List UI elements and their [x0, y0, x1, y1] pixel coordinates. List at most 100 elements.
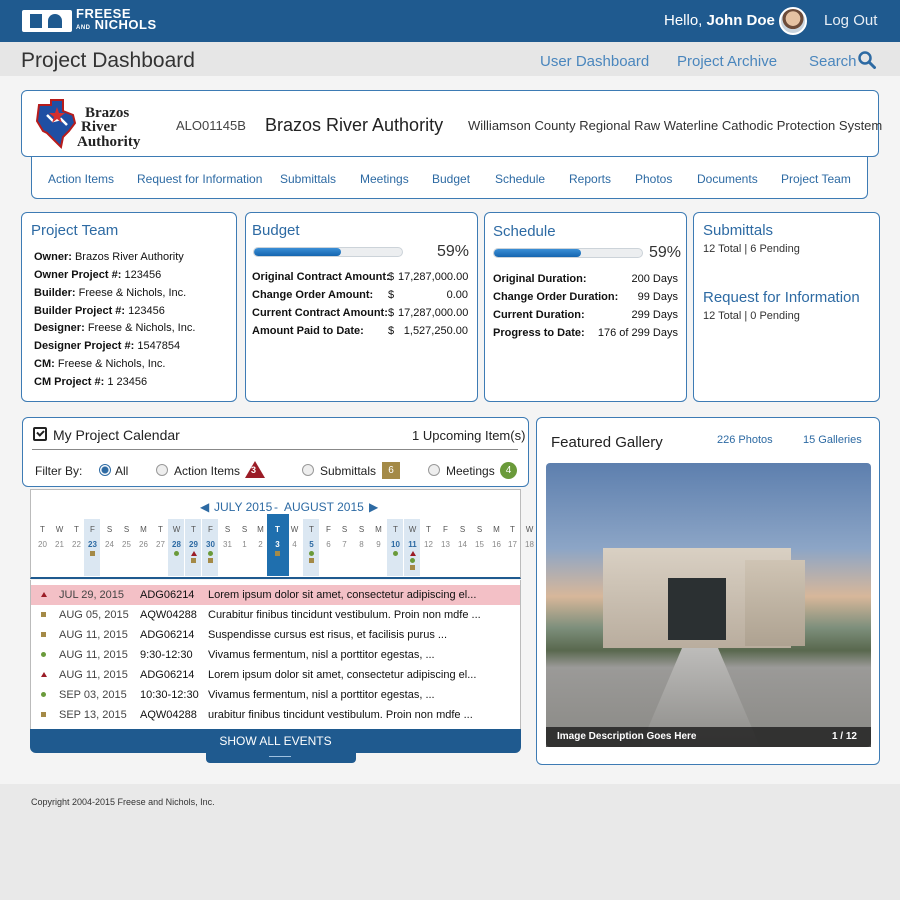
calendar-date[interactable]: 5: [303, 540, 320, 549]
search-link[interactable]: Search: [809, 53, 857, 70]
logout-link[interactable]: Log Out: [824, 12, 877, 29]
filter-all-label[interactable]: All: [115, 464, 128, 478]
search-icon[interactable]: [858, 51, 876, 69]
calendar-date[interactable]: 4: [286, 540, 303, 549]
filter-action-items-radio[interactable]: [156, 464, 168, 476]
event-row[interactable]: AUG 11, 2015 ADG06214 Suspendisse cursus e…: [31, 625, 520, 645]
tab-reports[interactable]: Reports: [569, 172, 611, 186]
calendar-date[interactable]: 23: [84, 540, 101, 549]
calendar-date[interactable]: 20: [34, 540, 51, 549]
submittals-title[interactable]: Submittals: [703, 222, 773, 239]
schedule-row-value: 99 Days: [637, 291, 678, 303]
calendar-weekday: F: [443, 525, 448, 534]
calendar-date[interactable]: 24: [101, 540, 118, 549]
budget-title[interactable]: Budget: [252, 222, 300, 239]
filter-submittals-radio[interactable]: [302, 464, 314, 476]
event-row[interactable]: AUG 05, 2015 AQW04288 Curabitur finibus ti…: [31, 605, 520, 625]
calendar-date[interactable]: 22: [68, 540, 85, 549]
calendar-date[interactable]: 6: [320, 540, 337, 549]
calendar-date[interactable]: 28: [168, 540, 185, 549]
calendar-date[interactable]: 31: [219, 540, 236, 549]
team-row-label: Designer:: [34, 322, 85, 334]
month-separator: -: [274, 500, 278, 514]
event-date: AUG 11, 2015: [59, 629, 128, 641]
team-row-value: 1547854: [137, 340, 181, 352]
event-row[interactable]: AUG 11, 2015 9:30-12:30 Vivamus fermentum,…: [31, 645, 520, 665]
budget-row-label: Original Contract Amount:: [252, 271, 390, 283]
calendar-date[interactable]: 21: [51, 540, 68, 549]
calendar-date[interactable]: 7: [336, 540, 353, 549]
event-code: ADG06214: [140, 669, 195, 681]
tab-schedule[interactable]: Schedule: [495, 172, 545, 186]
calendar-weekday: F: [208, 525, 213, 534]
meeting-marker-icon: [393, 551, 398, 556]
budget-row-currency: $: [388, 271, 395, 283]
calendar-weekday: S: [123, 525, 130, 534]
next-month-icon[interactable]: ▶: [369, 500, 378, 514]
calendar-date[interactable]: 14: [454, 540, 471, 549]
calendar-date[interactable]: 13: [437, 540, 454, 549]
calendar-date[interactable]: 3: [269, 540, 286, 549]
team-row-label: Designer Project #:: [34, 340, 135, 352]
filter-meetings-radio[interactable]: [428, 464, 440, 476]
calendar-date[interactable]: 11: [404, 540, 421, 549]
avatar[interactable]: [779, 7, 807, 35]
photos-link[interactable]: 226 Photos: [717, 434, 773, 446]
calendar-date[interactable]: 8: [353, 540, 370, 549]
filter-submittals-label[interactable]: Submittals: [320, 464, 376, 478]
galleries-link[interactable]: 15 Galleries: [803, 434, 862, 446]
filter-meetings-label[interactable]: Meetings: [446, 464, 495, 478]
upcoming-count: 1 Upcoming Item(s): [412, 428, 526, 443]
tab-budget[interactable]: Budget: [432, 172, 470, 186]
budget-row-label: Amount Paid to Date:: [252, 325, 364, 337]
event-row[interactable]: JUL 29, 2015 ADG06214 Lorem ipsum dolor si…: [31, 585, 520, 605]
tab-request-for-information[interactable]: Request for Information: [137, 172, 262, 186]
team-row-value: Freese & Nichols, Inc.: [78, 287, 187, 299]
project-archive-link[interactable]: Project Archive: [677, 53, 777, 70]
user-dashboard-link[interactable]: User Dashboard: [540, 53, 649, 70]
calendar-date[interactable]: 15: [471, 540, 488, 549]
calendar-date[interactable]: 25: [118, 540, 135, 549]
event-code: 10:30-12:30: [140, 689, 199, 701]
filter-action-items-label[interactable]: Action Items: [174, 464, 240, 478]
prev-month-icon[interactable]: ◀: [200, 500, 209, 514]
tab-project-team[interactable]: Project Team: [781, 172, 851, 186]
logo-text-and: AND: [76, 25, 91, 31]
filter-all-radio[interactable]: [99, 464, 111, 476]
calendar-date[interactable]: 9: [370, 540, 387, 549]
event-row[interactable]: AUG 11, 2015 ADG06214 Lorem ipsum dolor si…: [31, 665, 520, 685]
calendar-date[interactable]: 27: [152, 540, 169, 549]
meeting-marker-icon: [208, 551, 213, 556]
photo-counter: 1 / 12: [831, 731, 857, 742]
event-text: Curabitur finibus tincidunt vestibulum. …: [208, 609, 481, 621]
calendar-date[interactable]: 16: [488, 540, 505, 549]
meeting-marker-icon: [309, 551, 314, 556]
tab-photos[interactable]: Photos: [635, 172, 672, 186]
rfi-title[interactable]: Request for Information: [703, 289, 860, 306]
freese-nichols-logo[interactable]: FREESE AND NICHOLS: [22, 7, 157, 33]
event-text: urabitur finibus tincidunt vestibulum. P…: [208, 709, 473, 721]
tab-meetings[interactable]: Meetings: [360, 172, 409, 186]
calendar-weekday: S: [358, 525, 365, 534]
event-row[interactable]: SEP 03, 2015 10:30-12:30 Vivamus fermentum…: [31, 685, 520, 705]
tab-documents[interactable]: Documents: [697, 172, 758, 186]
calendar-date[interactable]: 30: [202, 540, 219, 549]
calendar-weekday: T: [74, 525, 79, 534]
calendar-date[interactable]: 29: [185, 540, 202, 549]
calendar-date[interactable]: 12: [420, 540, 437, 549]
calendar-date[interactable]: 1: [236, 540, 253, 549]
calendar-weekday: F: [326, 525, 331, 534]
calendar-date[interactable]: 26: [135, 540, 152, 549]
calendar-date[interactable]: 10: [387, 540, 404, 549]
show-all-chevron-icon[interactable]: [206, 750, 356, 763]
schedule-title[interactable]: Schedule: [493, 223, 556, 240]
calendar-weekday: W: [408, 525, 417, 534]
tab-submittals[interactable]: Submittals: [280, 172, 336, 186]
month-label-a: JULY 2015: [214, 500, 273, 514]
event-row[interactable]: SEP 13, 2015 AQW04288 urabitur finibus tin…: [31, 705, 520, 725]
tab-action-items[interactable]: Action Items: [48, 172, 114, 186]
project-code: ALO01145B: [176, 118, 246, 133]
team-row: CM: Freese & Nichols, Inc.: [34, 358, 165, 370]
calendar-date[interactable]: 17: [504, 540, 521, 549]
schedule-row-label: Current Duration:: [493, 309, 585, 321]
